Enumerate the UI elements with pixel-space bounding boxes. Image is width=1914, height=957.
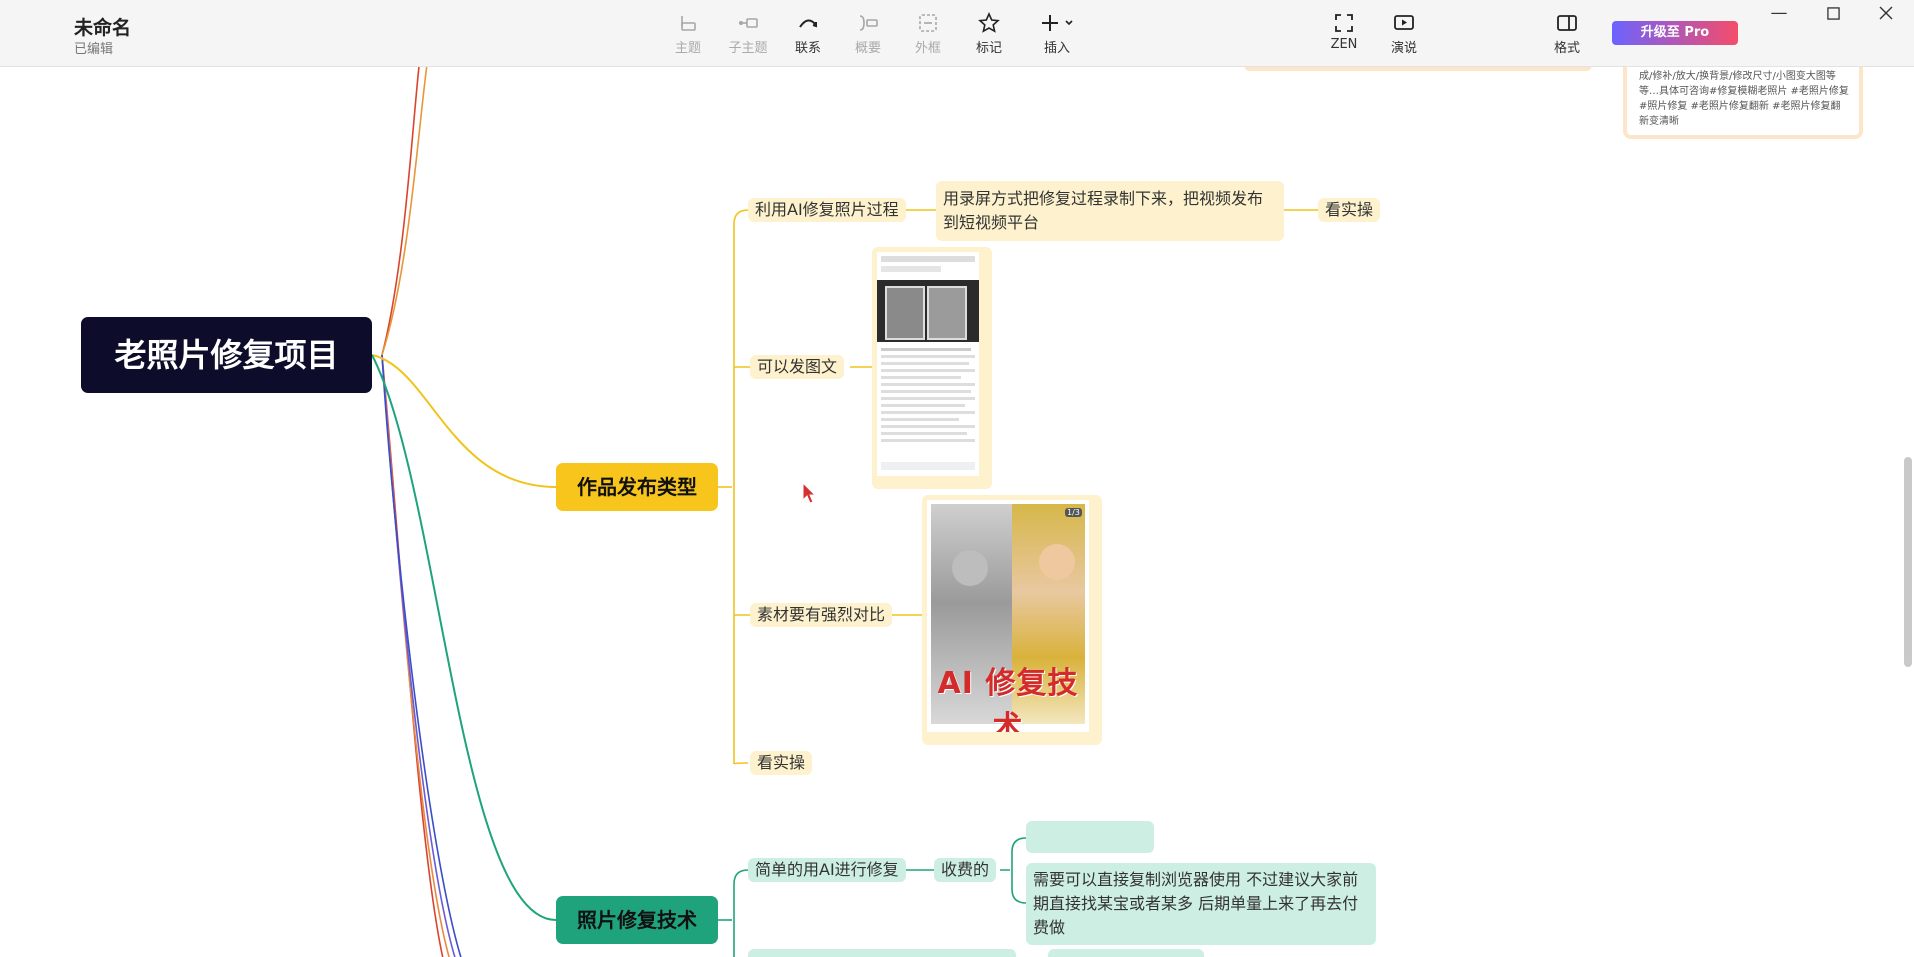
topic-icon xyxy=(656,10,720,36)
boundary-label: 外框 xyxy=(914,41,941,56)
note-card-partial[interactable]: 成/修补/放大/换背景/修改尺寸/小图变大图等等…具体可咨询#修复模糊老照片 #… xyxy=(1623,67,1863,139)
marker-label: 标记 xyxy=(975,41,1002,56)
document-status: 已编辑 xyxy=(74,42,114,57)
zen-button[interactable]: ZEN xyxy=(1312,10,1376,58)
boundary-button[interactable]: 外框 xyxy=(896,10,960,58)
summary-label: 概要 xyxy=(854,41,881,56)
summary-button[interactable]: 概要 xyxy=(836,10,900,58)
contrast-example-image[interactable]: 1/3 AI 修复技术 xyxy=(922,495,1102,745)
subtopic-label: 子主题 xyxy=(728,41,768,56)
vertical-scrollbar[interactable] xyxy=(1904,457,1912,667)
panel-icon xyxy=(1535,10,1599,36)
subtopic-button[interactable]: 子主题 xyxy=(716,10,780,58)
insert-button[interactable]: 插入 xyxy=(1022,10,1092,58)
top-toolbar: 未命名 已编辑 主题 子主题 联系 概要 外框 标记 插入 ZEN 演说 格式 … xyxy=(0,0,1914,67)
branch-publish-types[interactable]: 作品发布类型 xyxy=(556,463,718,511)
present-button[interactable]: 演说 xyxy=(1372,10,1436,58)
topic-partial-bottom-1[interactable] xyxy=(748,949,1016,957)
image-caption: AI 修复技术 xyxy=(937,666,1079,732)
topic-ai-repair-process[interactable]: 利用AI修复照片过程 xyxy=(748,198,906,222)
document-title[interactable]: 未命名 xyxy=(74,13,131,40)
star-icon xyxy=(957,10,1021,36)
topic-see-practice-1[interactable]: 看实操 xyxy=(1318,198,1381,222)
topic-record-video[interactable]: 用录屏方式把修复过程录制下来，把视频发布到短视频平台 xyxy=(936,181,1284,241)
close-icon[interactable] xyxy=(1864,0,1908,28)
minimize-icon[interactable]: — xyxy=(1757,0,1801,28)
plus-icon xyxy=(1022,10,1092,36)
root-topic[interactable]: 老照片修复项目 xyxy=(81,317,372,393)
mindmap-canvas[interactable]: 老照片修复项目 作品发布类型 利用AI修复照片过程 用录屏方式把修复过程录制下来… xyxy=(0,67,1914,957)
maximize-icon[interactable] xyxy=(1811,0,1855,28)
format-label: 格式 xyxy=(1553,41,1580,56)
format-button[interactable]: 格式 xyxy=(1535,10,1599,58)
image-counter: 1/3 xyxy=(1065,508,1082,517)
zen-label: ZEN xyxy=(1330,37,1358,52)
upgrade-pro-button[interactable]: 升级至 Pro xyxy=(1612,21,1738,45)
boundary-icon xyxy=(896,10,960,36)
partial-node-top[interactable] xyxy=(1244,67,1592,71)
relation-icon xyxy=(776,10,840,36)
before-after-photo: 1/3 AI 修复技术 xyxy=(927,500,1089,732)
present-label: 演说 xyxy=(1390,41,1417,56)
play-icon xyxy=(1372,10,1436,36)
topic-post-image-text[interactable]: 可以发图文 xyxy=(750,355,845,379)
image-text-post-thumbnail[interactable] xyxy=(872,247,992,489)
branch-repair-technique[interactable]: 照片修复技术 xyxy=(556,896,718,944)
fullscreen-icon xyxy=(1312,10,1376,36)
topic-button[interactable]: 主题 xyxy=(656,10,720,58)
topic-paid-note[interactable]: 需要可以直接复制浏览器使用 不过建议大家前期直接找某宝或者某多 后期单量上来了再… xyxy=(1026,863,1376,945)
subtopic-icon xyxy=(716,10,780,36)
mouse-cursor-icon xyxy=(802,481,817,508)
relation-label: 联系 xyxy=(794,41,821,56)
insert-label: 插入 xyxy=(1043,41,1070,56)
topic-label: 主题 xyxy=(674,41,701,56)
topic-empty-placeholder[interactable] xyxy=(1026,821,1154,853)
summary-icon xyxy=(836,10,900,36)
topic-strong-contrast[interactable]: 素材要有强烈对比 xyxy=(750,603,893,627)
relation-button[interactable]: 联系 xyxy=(776,10,840,58)
phone-screenshot xyxy=(877,252,979,476)
topic-see-practice-2[interactable]: 看实操 xyxy=(750,751,813,775)
topic-simple-ai-repair[interactable]: 简单的用AI进行修复 xyxy=(748,858,906,882)
topic-paid[interactable]: 收费的 xyxy=(934,858,997,882)
marker-button[interactable]: 标记 xyxy=(957,10,1021,58)
topic-partial-bottom-2[interactable] xyxy=(1048,949,1204,957)
